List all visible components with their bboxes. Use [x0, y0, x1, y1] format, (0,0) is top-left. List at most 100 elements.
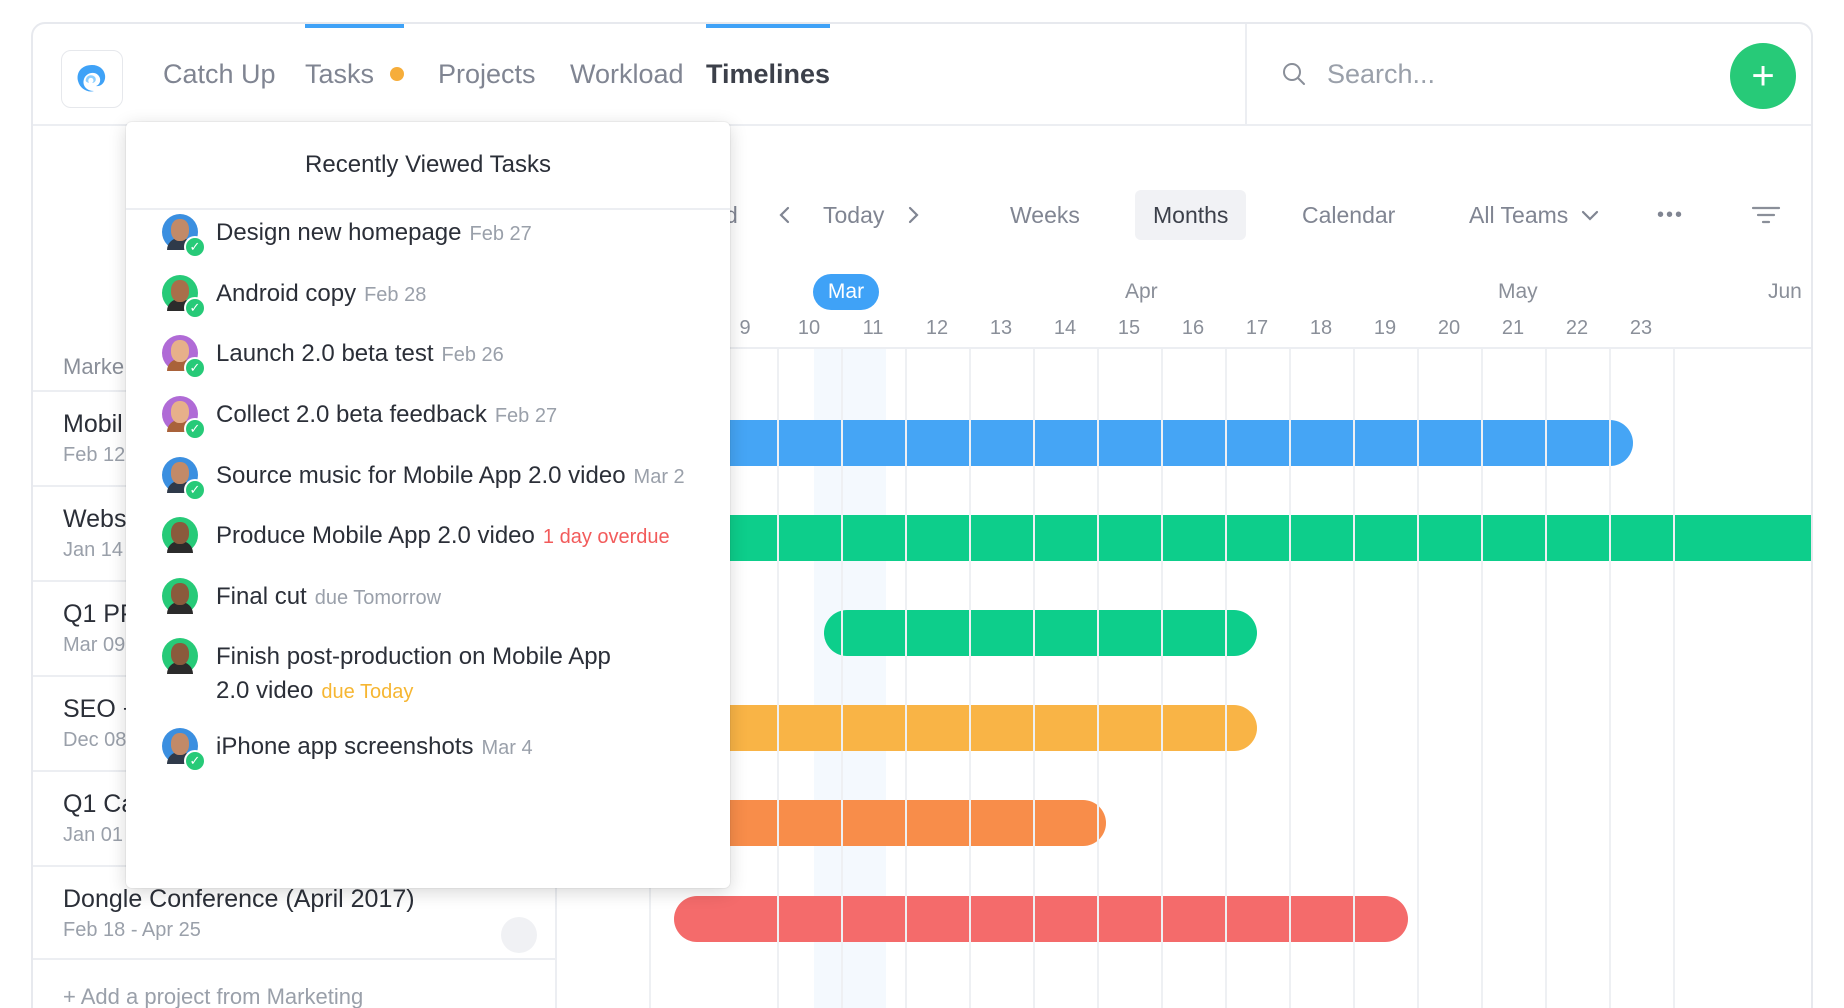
- today-button[interactable]: Today: [823, 190, 884, 240]
- avatar: [162, 578, 198, 614]
- add-project-link[interactable]: + Add a project from Marketing: [63, 984, 363, 1008]
- task-meta: Feb 27: [494, 405, 558, 427]
- section-label: Marke: [63, 354, 125, 379]
- recent-task-item[interactable]: ✓ Design new homepage Feb 27: [162, 214, 722, 258]
- avatar: ✓: [162, 457, 206, 501]
- calendar-view-button[interactable]: Calendar: [1302, 190, 1395, 240]
- week-grid-line: [1225, 349, 1227, 1008]
- gantt-bar[interactable]: [824, 610, 1257, 656]
- task-meta: 1 day overdue: [542, 526, 670, 548]
- check-icon: ✓: [184, 297, 206, 319]
- task-text: iPhone app screenshots Mar 4: [216, 730, 533, 765]
- recent-task-item[interactable]: Finish post-production on Mobile App 2.0…: [162, 638, 722, 709]
- week-number: 18: [1309, 317, 1333, 339]
- tab-catch-up[interactable]: Catch Up: [163, 24, 276, 124]
- project-name: Webs: [63, 505, 127, 533]
- task-text: Android copy Feb 28: [216, 277, 426, 312]
- week-grid-line: [969, 349, 971, 1008]
- task-text: Collect 2.0 beta feedback Feb 27: [216, 398, 557, 433]
- task-text: Launch 2.0 beta test Feb 26: [216, 337, 504, 372]
- chevron-left-icon: [779, 206, 790, 224]
- recent-task-item[interactable]: ✓ iPhone app screenshots Mar 4: [162, 728, 722, 772]
- avatar: ✓: [162, 728, 206, 772]
- gantt-bar[interactable]: [633, 515, 1811, 561]
- popover-title: Recently Viewed Tasks: [126, 122, 730, 210]
- week-number: 14: [1053, 317, 1077, 339]
- search-box[interactable]: Search...: [1281, 52, 1681, 96]
- chevron-right-icon: [908, 206, 919, 224]
- week-grid-line: [1417, 349, 1419, 1008]
- more-options-button[interactable]: •••: [1657, 190, 1684, 240]
- project-dates: Jan 01 -: [63, 824, 136, 846]
- teams-dropdown[interactable]: All Teams: [1469, 190, 1600, 240]
- project-name: Mobil: [63, 410, 123, 438]
- app-logo[interactable]: [61, 50, 123, 108]
- months-view-button[interactable]: Months: [1135, 190, 1247, 240]
- week-grid-line: [841, 349, 843, 1008]
- avatar: [162, 638, 198, 674]
- recent-task-item[interactable]: ✓ Collect 2.0 beta feedback Feb 27: [162, 396, 722, 440]
- today-label: Today: [823, 201, 885, 228]
- task-title: Android copy: [216, 280, 357, 307]
- tab-timelines[interactable]: Timelines: [706, 24, 831, 124]
- task-title: Design new homepage: [216, 219, 462, 246]
- week-grid-line: [1161, 349, 1163, 1008]
- week-number: 21: [1501, 317, 1525, 339]
- week-grid-line: [1289, 349, 1291, 1008]
- project-name: Dongle Conference (April 2017): [63, 885, 415, 913]
- chevron-down-icon: [1582, 210, 1599, 221]
- top-bar: Catch Up Tasks Projects Workload Timelin…: [33, 24, 1811, 126]
- avatar: ✓: [162, 396, 206, 440]
- check-icon: ✓: [184, 357, 206, 379]
- task-text: Source music for Mobile App 2.0 video Mar…: [216, 459, 685, 494]
- task-meta: Feb 27: [469, 223, 532, 245]
- week-grid-line: [1481, 349, 1483, 1008]
- prev-button[interactable]: [777, 190, 793, 240]
- recent-task-item[interactable]: Final cut due Tomorrow: [162, 578, 722, 615]
- recent-task-item[interactable]: ✓ Launch 2.0 beta test Feb 26: [162, 335, 722, 379]
- tab-tasks[interactable]: Tasks: [305, 24, 405, 124]
- more-icon: •••: [1657, 203, 1685, 226]
- calendar-label: Calendar: [1302, 201, 1396, 228]
- recent-task-item[interactable]: ✓ Source music for Mobile App 2.0 video Ma…: [162, 457, 722, 501]
- task-title: Collect 2.0 beta feedback: [216, 401, 487, 428]
- task-title: Launch 2.0 beta test: [216, 340, 434, 367]
- gantt-bar[interactable]: [633, 420, 1633, 466]
- task-text: Final cut due Tomorrow: [216, 580, 441, 615]
- task-title: Final cut: [216, 583, 307, 610]
- week-number: 19: [1373, 317, 1397, 339]
- task-text: Finish post-production on Mobile App 2.0…: [216, 640, 616, 709]
- task-meta: Feb 28: [364, 284, 427, 306]
- tab-projects[interactable]: Projects: [438, 24, 536, 124]
- project-dates: Feb 18 - Apr 25: [63, 919, 201, 941]
- recent-task-item[interactable]: ✓ Android copy Feb 28: [162, 275, 722, 319]
- project-status-chip[interactable]: [501, 917, 537, 953]
- filter-button[interactable]: [1751, 190, 1781, 240]
- avatar: [162, 517, 198, 553]
- week-number: 13: [989, 317, 1013, 339]
- week-number: 11: [862, 317, 884, 339]
- task-meta: Mar 2: [633, 466, 685, 488]
- week-grid-line: [777, 349, 779, 1008]
- tab-label: Timelines: [706, 58, 831, 89]
- add-button[interactable]: +: [1730, 43, 1796, 109]
- teams-label: All Teams: [1469, 201, 1569, 228]
- avatar: ✓: [162, 275, 206, 319]
- task-meta: due Today: [321, 681, 414, 703]
- week-number: 17: [1245, 317, 1269, 339]
- task-meta: Feb 26: [441, 344, 504, 366]
- week-grid-line: [1353, 349, 1355, 1008]
- tab-label: Projects: [438, 58, 536, 89]
- week-grid-line: [1545, 349, 1547, 1008]
- project-name: Q1 Ca: [63, 790, 136, 818]
- week-grid-line: [1673, 349, 1675, 1008]
- tab-workload[interactable]: Workload: [570, 24, 684, 124]
- search-input[interactable]: Search...: [1327, 59, 1435, 90]
- avatar: ✓: [162, 335, 206, 379]
- gantt-bar[interactable]: [674, 896, 1408, 942]
- check-icon: ✓: [184, 418, 206, 440]
- recent-task-item[interactable]: Produce Mobile App 2.0 video 1 day overdu…: [162, 517, 722, 554]
- week-grid-line: [1097, 349, 1099, 1008]
- next-button[interactable]: [905, 190, 921, 240]
- weeks-view-button[interactable]: Weeks: [1010, 190, 1080, 240]
